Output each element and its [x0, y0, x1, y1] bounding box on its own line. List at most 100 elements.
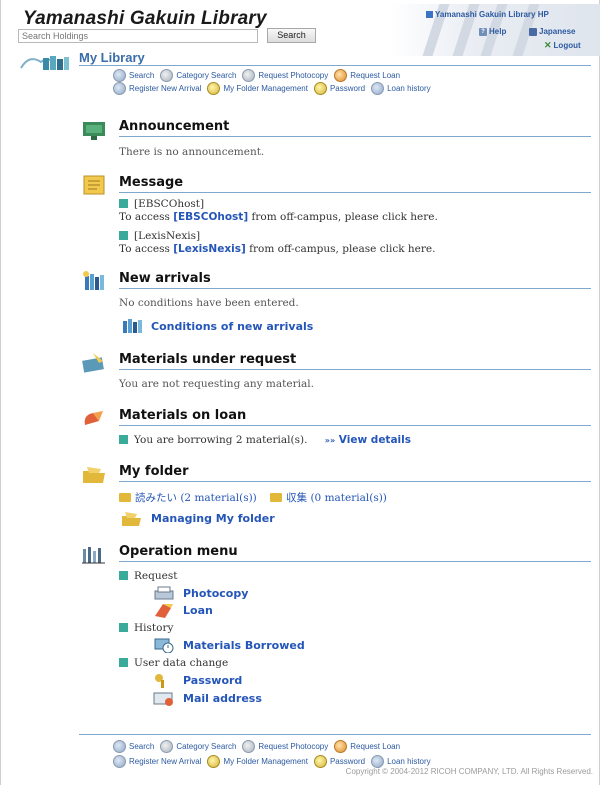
bullet-icon: [119, 623, 128, 632]
nav-my-folder-management-label: My Folder Management: [223, 84, 308, 93]
conditions-new-arrivals-link[interactable]: Conditions of new arrivals: [119, 318, 313, 334]
folder-manage-icon: [122, 512, 141, 526]
announcement-icon: [83, 122, 105, 140]
category-search-icon: [160, 69, 174, 82]
announcement-divider: [119, 136, 591, 137]
help-label: Help: [489, 27, 507, 36]
footer-nav-request-loan[interactable]: Request Loan: [334, 740, 400, 753]
loan-icon: [334, 740, 348, 753]
footer-nav-password-label: Password: [329, 757, 366, 766]
nav-request-photocopy[interactable]: Request Photocopy: [242, 69, 328, 82]
nav-row-bottom: Register New Arrival My Folder Managemen…: [113, 82, 431, 95]
materials-request-icon: [82, 353, 104, 373]
materials-loan-text: You are borrowing 2 material(s).: [134, 434, 308, 446]
operation-menu-title: Operation menu: [119, 544, 238, 559]
materials-borrowed-link[interactable]: Materials Borrowed: [151, 637, 305, 653]
nav-my-folder-management[interactable]: My Folder Management: [207, 82, 308, 95]
bullet-icon: [119, 435, 128, 444]
folder-icon: [207, 82, 221, 95]
footer-nav-loan-history-label: Loan history: [387, 757, 431, 766]
nav-search-label: Search: [129, 71, 155, 80]
my-folder-title: My folder: [119, 464, 189, 479]
folder-icon: [119, 493, 131, 502]
nav-category-search-label: Category Search: [176, 71, 237, 80]
nav-password[interactable]: Password: [313, 82, 365, 95]
nav-request-photocopy-label: Request Photocopy: [258, 71, 329, 80]
message-divider: [119, 192, 591, 193]
search-icon: [113, 69, 126, 82]
photocopy-icon: [242, 740, 256, 753]
message-icon: [83, 175, 105, 195]
operation-menu-divider: [119, 561, 591, 562]
message-title: Message: [119, 175, 184, 190]
photocopy-label: Photocopy: [183, 586, 249, 600]
logout-label: Logout: [553, 41, 581, 50]
japanese-label: Japanese: [539, 27, 576, 36]
nav-register-new-arrival[interactable]: Register New Arrival: [113, 82, 201, 95]
logout-icon: ✕: [544, 40, 552, 50]
bullet-icon: [119, 658, 128, 667]
library-title: Yamanashi Gakuin Library: [23, 8, 267, 29]
announcement-text: There is no announcement.: [119, 146, 265, 158]
materials-loan-icon: [84, 411, 103, 425]
nav-request-loan-label: Request Loan: [350, 71, 401, 80]
nav-loan-history-label: Loan history: [387, 84, 431, 93]
footer-nav-search-label: Search: [129, 742, 155, 751]
my-library-icon: [20, 56, 69, 70]
materials-request-title: Materials under request: [119, 352, 297, 367]
announcement-title: Announcement: [119, 119, 230, 134]
bullet-icon: [119, 571, 128, 580]
library-hp-link[interactable]: Yamanashi Gakuin Library HP: [426, 10, 549, 19]
folder-icon: [207, 755, 221, 768]
password-link[interactable]: Password: [151, 672, 242, 688]
nav-category-search[interactable]: Category Search: [160, 69, 236, 82]
folder-yomitai-link[interactable]: 読みたい (2 material(s)): [119, 492, 257, 504]
new-arrival-icon: [113, 755, 126, 768]
materials-loan-row: You are borrowing 2 material(s). »» View…: [119, 434, 411, 446]
nav-loan-history[interactable]: Loan history: [371, 82, 431, 95]
footer-nav-my-folder-management[interactable]: My Folder Management: [207, 755, 308, 768]
new-arrivals-divider: [119, 288, 591, 289]
mail-address-label: Mail address: [183, 691, 262, 705]
lexisnexis-link[interactable]: [LexisNexis]: [173, 243, 246, 255]
mail-icon: [153, 692, 173, 706]
loan-history-icon: [371, 82, 385, 95]
help-link[interactable]: ? Help: [479, 27, 506, 36]
materials-loan-divider: [119, 425, 591, 426]
conditions-new-arrivals-label: Conditions of new arrivals: [151, 319, 314, 333]
category-search-icon: [160, 740, 174, 753]
photocopy-link[interactable]: Photocopy: [151, 585, 248, 601]
my-library-title: My Library: [79, 50, 145, 65]
new-arrivals-icon: [83, 271, 104, 290]
key-icon: [155, 674, 164, 688]
view-details-link[interactable]: »» View details: [325, 434, 411, 446]
history-icon: [154, 638, 174, 653]
help-icon: ?: [479, 27, 487, 36]
ebscohost-link[interactable]: [EBSCOhost]: [173, 211, 248, 223]
loan-link[interactable]: Loan: [151, 602, 213, 618]
password-icon: [313, 755, 327, 768]
search-button[interactable]: Search: [267, 28, 316, 43]
japanese-link[interactable]: Japanese: [529, 27, 575, 36]
message-item-ebsco-text: To access [EBSCOhost] from off-campus, p…: [119, 211, 438, 223]
footer-nav-category-search[interactable]: Category Search: [160, 740, 236, 753]
folder-shushu-link[interactable]: 収集 (0 material(s)): [270, 492, 387, 504]
message-item-lexis-text: To access [LexisNexis] from off-campus, …: [119, 243, 436, 255]
managing-my-folder-label: Managing My folder: [151, 511, 275, 525]
footer-nav-request-photocopy[interactable]: Request Photocopy: [242, 740, 328, 753]
loan-icon: [155, 604, 173, 618]
logout-link[interactable]: ✕ Logout: [544, 40, 581, 51]
message-item-ebsco-name: [EBSCOhost]: [119, 198, 204, 210]
mail-address-link[interactable]: Mail address: [151, 690, 262, 706]
footer-nav-row-top: Search Category Search Request Photocopy…: [113, 740, 400, 753]
title-divider: [79, 65, 591, 66]
search-input[interactable]: [18, 29, 258, 43]
my-folder-icon: [83, 467, 105, 483]
photocopy-icon: [242, 69, 256, 82]
nav-request-loan[interactable]: Request Loan: [334, 69, 400, 82]
nav-search[interactable]: Search: [113, 69, 154, 82]
footer-nav-register-new-arrival[interactable]: Register New Arrival: [113, 755, 201, 768]
managing-my-folder-link[interactable]: Managing My folder: [119, 510, 275, 526]
materials-request-text: You are not requesting any material.: [119, 378, 314, 390]
footer-nav-search[interactable]: Search: [113, 740, 154, 753]
